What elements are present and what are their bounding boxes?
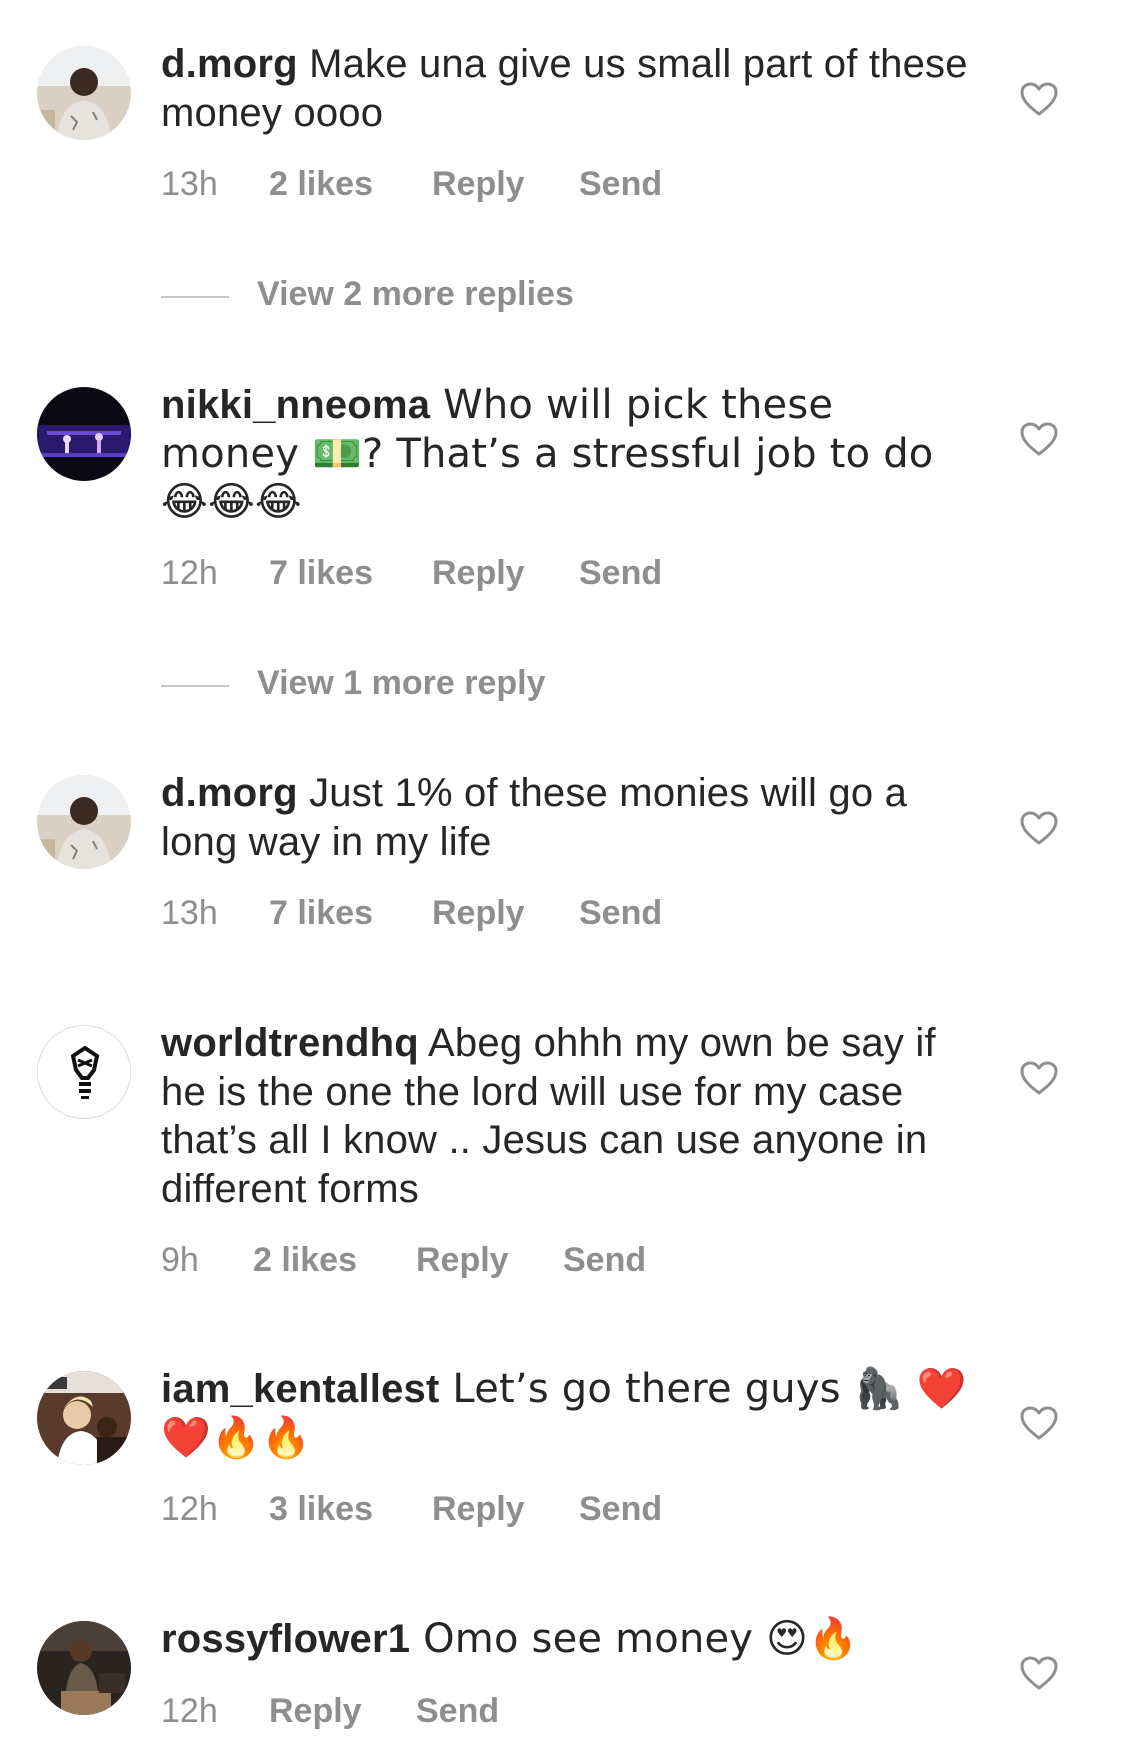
comment-text: d.morg Make una give us small part of th… bbox=[161, 40, 981, 137]
likes-count[interactable]: 2 likes bbox=[253, 1241, 357, 1280]
divider-line bbox=[161, 685, 229, 687]
like-heart-icon[interactable] bbox=[1019, 81, 1059, 117]
view-more-label[interactable]: View 2 more replies bbox=[257, 275, 574, 314]
comment-body: Omo see money 😍🔥 bbox=[410, 1616, 859, 1662]
comment-text: worldtrendhq Abeg ohhh my own be say if … bbox=[161, 1019, 981, 1213]
send-button[interactable]: Send bbox=[579, 1490, 662, 1529]
comment-username[interactable]: worldtrendhq bbox=[161, 1021, 419, 1065]
comment-username[interactable]: nikki_nneoma bbox=[161, 383, 430, 427]
comment-username[interactable]: d.morg bbox=[161, 771, 298, 815]
like-heart-icon[interactable] bbox=[1019, 1060, 1059, 1096]
send-button[interactable]: Send bbox=[579, 894, 662, 933]
send-button[interactable]: Send bbox=[579, 554, 662, 593]
avatar[interactable] bbox=[37, 46, 131, 140]
comment-text: iam_kentallest Let’s go there guys 🦍 ❤️❤… bbox=[161, 1365, 981, 1462]
reply-button[interactable]: Reply bbox=[432, 1490, 525, 1529]
comment-time: 12h bbox=[161, 1490, 218, 1528]
like-heart-icon[interactable] bbox=[1019, 1405, 1059, 1441]
divider-line bbox=[161, 296, 229, 298]
avatar[interactable] bbox=[37, 1025, 131, 1119]
send-button[interactable]: Send bbox=[579, 165, 662, 204]
comment-username[interactable]: iam_kentallest bbox=[161, 1367, 440, 1411]
comment-text: nikki_nneoma Who will pick these money 💵… bbox=[161, 381, 981, 527]
reply-button[interactable]: Reply bbox=[416, 1241, 509, 1280]
likes-count[interactable]: 7 likes bbox=[269, 554, 373, 593]
reply-button[interactable]: Reply bbox=[269, 1692, 362, 1731]
like-heart-icon[interactable] bbox=[1019, 810, 1059, 846]
comment-text: d.morg Just 1% of these monies will go a… bbox=[161, 769, 981, 866]
comment-time: 12h bbox=[161, 554, 218, 592]
reply-button[interactable]: Reply bbox=[432, 165, 525, 204]
comment-time: 13h bbox=[161, 165, 218, 203]
comment-username[interactable]: d.morg bbox=[161, 42, 298, 86]
reply-button[interactable]: Reply bbox=[432, 894, 525, 933]
likes-count[interactable]: 3 likes bbox=[269, 1490, 373, 1529]
comment-time: 9h bbox=[161, 1241, 199, 1279]
send-button[interactable]: Send bbox=[416, 1692, 499, 1731]
view-more-label[interactable]: View 1 more reply bbox=[257, 664, 546, 703]
reply-button[interactable]: Reply bbox=[432, 554, 525, 593]
like-heart-icon[interactable] bbox=[1019, 1655, 1059, 1691]
avatar[interactable] bbox=[37, 775, 131, 869]
comment-time: 13h bbox=[161, 894, 218, 932]
avatar[interactable] bbox=[37, 387, 131, 481]
likes-count[interactable]: 7 likes bbox=[269, 894, 373, 933]
comment-text: rossyflower1 Omo see money 😍🔥 bbox=[161, 1615, 981, 1664]
likes-count[interactable]: 2 likes bbox=[269, 165, 373, 204]
comment-time: 12h bbox=[161, 1692, 218, 1730]
like-heart-icon[interactable] bbox=[1019, 421, 1059, 457]
send-button[interactable]: Send bbox=[563, 1241, 646, 1280]
avatar[interactable] bbox=[37, 1371, 131, 1465]
comment-username[interactable]: rossyflower1 bbox=[161, 1617, 410, 1661]
avatar[interactable] bbox=[37, 1621, 131, 1715]
